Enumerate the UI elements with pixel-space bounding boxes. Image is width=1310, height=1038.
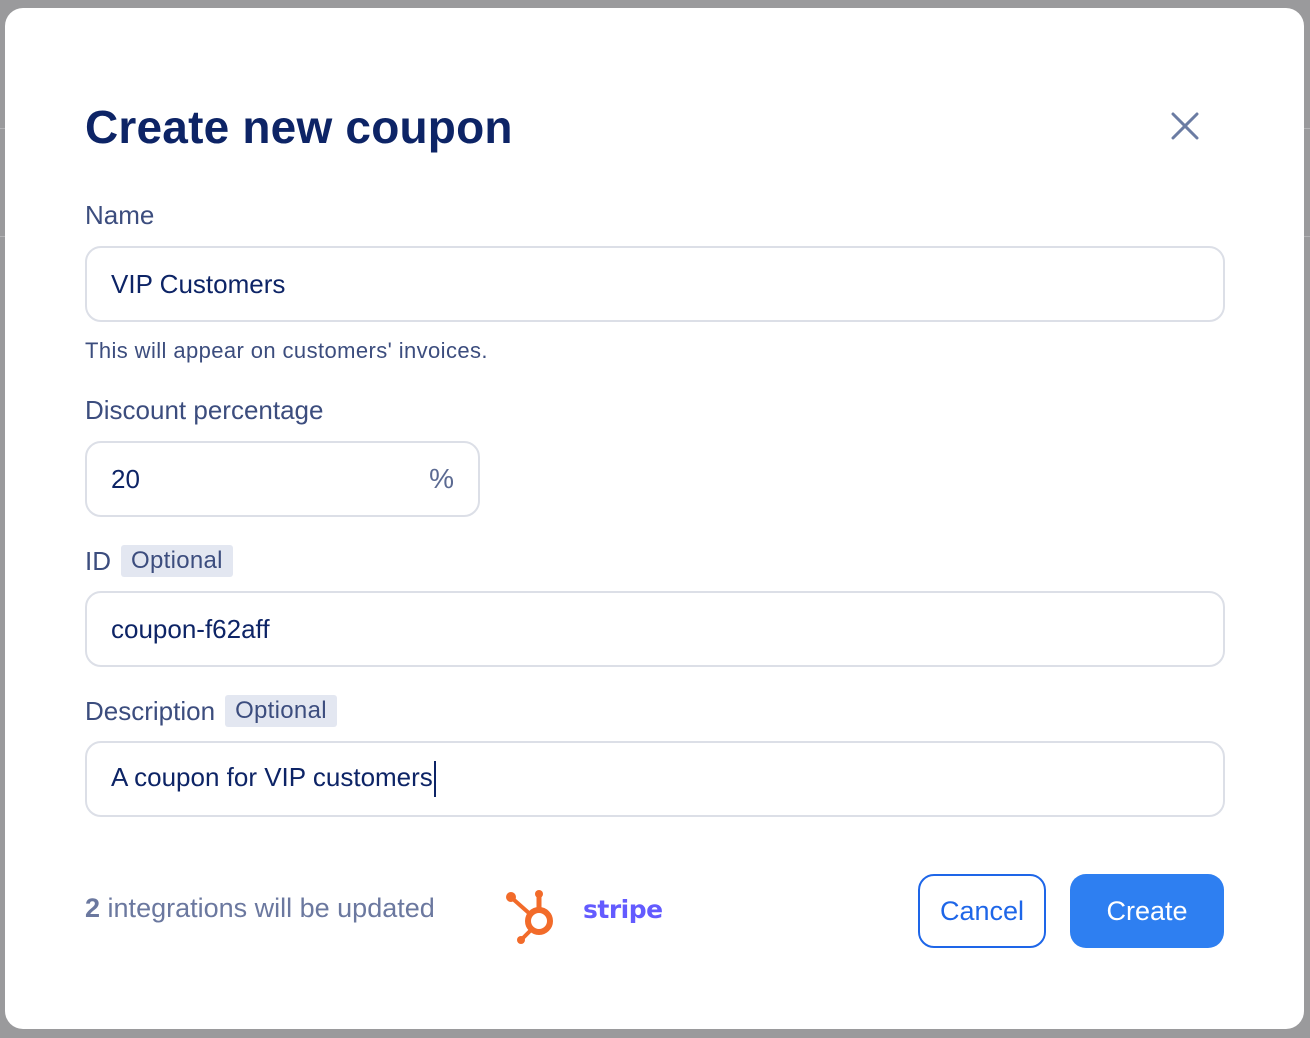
name-hint: This will appear on customers' invoices. xyxy=(85,338,488,363)
id-field[interactable] xyxy=(85,591,1225,667)
discount-input[interactable] xyxy=(111,463,430,495)
integrations-notice: 2 integrations will be updated xyxy=(85,893,435,924)
percent-suffix: % xyxy=(429,463,454,494)
create-button[interactable]: Create xyxy=(1070,874,1224,948)
description-label: Description Optional xyxy=(85,695,337,727)
close-icon xyxy=(1171,112,1199,140)
optional-badge: Optional xyxy=(225,695,337,727)
description-input[interactable]: A coupon for VIP customers xyxy=(111,761,436,797)
name-label: Name xyxy=(85,200,155,230)
hubspot-icon xyxy=(506,890,553,944)
text-caret xyxy=(433,761,436,797)
create-coupon-dialog: Create new coupon Name This will appear … xyxy=(5,8,1304,1029)
stripe-logo: stripe xyxy=(583,895,663,924)
name-input[interactable] xyxy=(111,268,1199,300)
integration-count: 2 xyxy=(85,893,101,923)
close-button[interactable] xyxy=(1167,108,1203,144)
dialog-title: Create new coupon xyxy=(85,101,513,153)
discount-label: Discount percentage xyxy=(85,395,324,425)
id-input[interactable] xyxy=(111,613,1199,645)
description-field[interactable]: A coupon for VIP customers xyxy=(85,741,1225,817)
optional-badge: Optional xyxy=(121,545,233,577)
integration-text: integrations will be updated xyxy=(107,893,435,923)
id-label: ID Optional xyxy=(85,545,233,577)
name-field[interactable] xyxy=(85,246,1225,322)
cancel-button[interactable]: Cancel xyxy=(918,874,1046,948)
discount-field[interactable]: % xyxy=(85,441,480,517)
